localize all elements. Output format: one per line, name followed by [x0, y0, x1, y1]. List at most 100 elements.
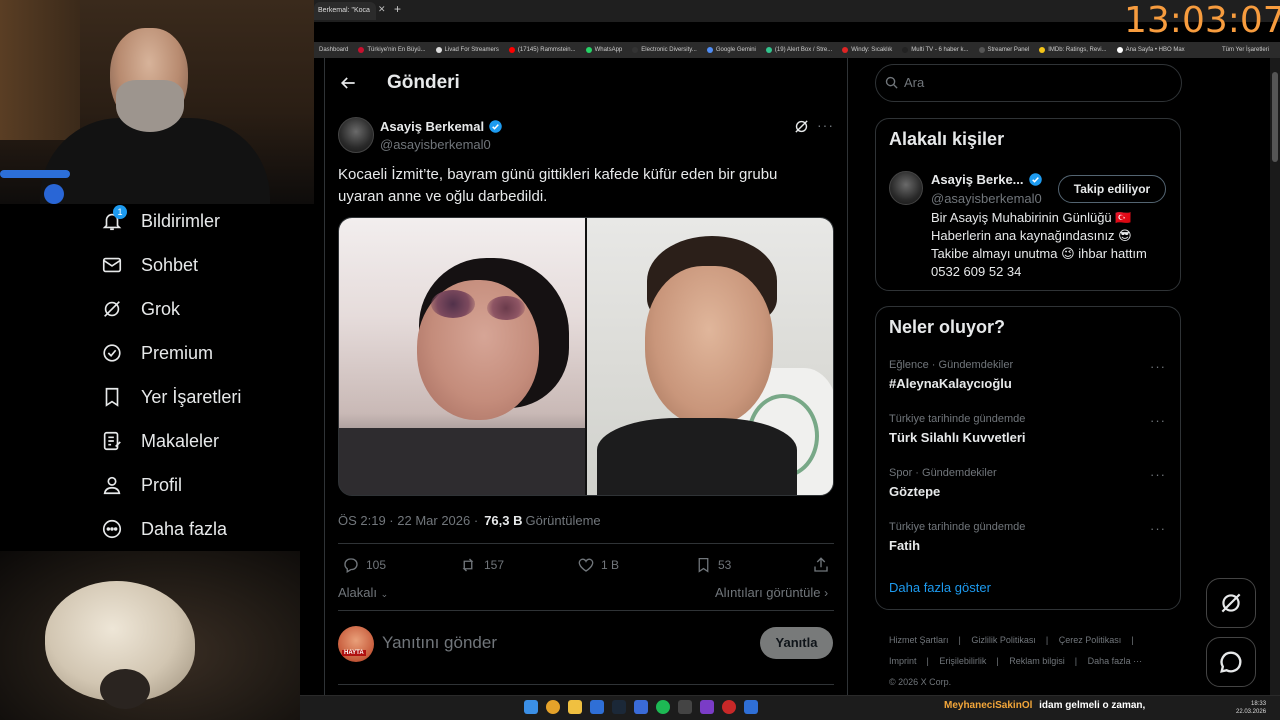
footer-link[interactable]: Erişilebilirlik	[939, 656, 986, 666]
bookmark-folder-all[interactable]: Tüm Yer İşaretleri	[1217, 47, 1274, 53]
bookmark-item[interactable]: IMDb: Ratings, Revi...	[1034, 47, 1111, 53]
author-avatar[interactable]	[338, 117, 374, 153]
ticker-message: idam gelmeli o zaman,	[1039, 700, 1146, 711]
streamer-webcam	[0, 0, 314, 204]
footer-link[interactable]: Reklam bilgisi	[1009, 656, 1065, 666]
chevron-down-icon: ⌄	[380, 589, 389, 599]
system-clock[interactable]: 18:33 22.03.2026	[1236, 700, 1266, 716]
heart-icon	[578, 558, 594, 572]
nav-item-bookmarks[interactable]: Yer İşaretleri	[100, 384, 241, 410]
tab-close-icon[interactable]: ✕	[378, 4, 386, 15]
trend-more-icon[interactable]: ···	[1150, 467, 1166, 482]
footer-link[interactable]: Hizmet Şartları	[889, 635, 949, 645]
nav-label: Sohbet	[141, 254, 199, 275]
bookmark-item[interactable]: Electronic Diversity...	[627, 47, 702, 53]
related-person-avatar[interactable]	[889, 171, 923, 205]
share-icon	[814, 557, 828, 572]
nav-item-articles[interactable]: Makaleler	[100, 428, 219, 454]
like-button[interactable]: 1 B	[577, 556, 619, 574]
windows-start-icon[interactable]	[524, 700, 538, 714]
trend-item[interactable]: Spor · Gündemdekiler Göztepe	[889, 467, 1169, 499]
bookmark-item[interactable]: Windy: Sıcaklık	[837, 47, 897, 53]
chat-ticker: MeyhaneciSakinOl idam gelmeli o zaman,	[944, 700, 1145, 711]
nav-item-chat[interactable]: Sohbet	[100, 252, 198, 278]
more-circle-icon	[100, 517, 124, 541]
back-arrow-icon[interactable]	[338, 72, 358, 94]
reply-icon	[344, 558, 358, 573]
spotify-icon[interactable]	[656, 700, 670, 714]
bookmark-item[interactable]: WhatsApp	[581, 47, 628, 53]
post-meta: ÖS 2:19 · 22 Mar 2026 · 76,3 B Görüntüle…	[338, 513, 601, 528]
steam-icon[interactable]	[612, 700, 626, 714]
app-icon[interactable]	[678, 700, 692, 714]
nav-label: Makaleler	[141, 430, 220, 451]
bookmark-item[interactable]: Ana Sayfa • HBO Max	[1112, 47, 1190, 53]
folder-icon[interactable]	[568, 700, 582, 714]
user-avatar[interactable]: HAYTA	[338, 626, 374, 662]
trend-item[interactable]: Eğlence · Gündemdekiler #AleynaKalaycıoğ…	[889, 359, 1169, 391]
related-person-name[interactable]: Asayiş Berke...	[931, 172, 1043, 187]
app-icon[interactable]	[634, 700, 648, 714]
divider	[338, 610, 834, 611]
sort-replies-dropdown[interactable]: Alakalı ⌄	[338, 585, 388, 600]
nav-item-premium[interactable]: Premium	[100, 340, 213, 366]
share-button[interactable]	[812, 556, 830, 574]
footer-link[interactable]: Gizlilik Politikası	[971, 635, 1036, 645]
trend-more-icon[interactable]: ···	[1150, 413, 1166, 428]
app-icon[interactable]	[590, 700, 604, 714]
trend-item[interactable]: Türkiye tarihinde gündemde Fatih	[889, 521, 1169, 553]
repost-button[interactable]: 157	[458, 556, 504, 574]
bookmark-item[interactable]: Google Gemini	[702, 47, 761, 53]
browser-icon[interactable]	[546, 700, 560, 714]
reply-button[interactable]: 105	[342, 556, 386, 574]
tab-title: Berkemal: "Koca	[318, 7, 370, 14]
chat-fab-button[interactable]	[1206, 637, 1256, 687]
related-person-handle[interactable]: @asayisberkemal0	[931, 191, 1042, 206]
trend-category: Eğlence · Gündemdekiler	[889, 359, 1014, 371]
bookmark-item[interactable]: (19) Alert Box / Stre...	[761, 47, 837, 53]
search-input[interactable]: Ara	[904, 75, 924, 90]
app-icon[interactable]	[744, 700, 758, 714]
trend-more-icon[interactable]: ···	[1150, 359, 1166, 374]
nav-item-profile[interactable]: Profil	[100, 472, 182, 498]
author-handle[interactable]: @asayisberkemal0	[380, 137, 491, 152]
grok-icon[interactable]	[793, 118, 811, 136]
bookmark-item[interactable]: Livad For Streamers	[431, 47, 504, 53]
bookmark-item[interactable]: Türkiye'nin En Büyü...	[353, 47, 430, 53]
bookmark-item[interactable]: (17145) Rammstein...	[504, 47, 581, 53]
bookmark-item[interactable]: Dashboard	[314, 47, 353, 53]
bookmark-item[interactable]: Multi TV - 6 haber k...	[897, 47, 973, 53]
nav-item-notifications[interactable]: 1 Bildirimler	[100, 205, 220, 234]
post-timestamp[interactable]: ÖS 2:19 · 22 Mar 2026 ·	[338, 513, 478, 528]
footer-link[interactable]: Imprint	[889, 656, 917, 666]
trend-more-icon[interactable]: ···	[1150, 521, 1166, 536]
tray-time: 18:33	[1251, 701, 1267, 707]
more-options-icon[interactable]: ···	[817, 118, 835, 136]
bio-line: Takibe almayı unutma 😉 ihbar hattım	[931, 246, 1147, 261]
bookmark-button[interactable]: 53	[695, 556, 731, 574]
new-tab-icon[interactable]: +	[394, 2, 401, 16]
grok-fab-button[interactable]	[1206, 578, 1256, 628]
post-media[interactable]	[338, 217, 834, 496]
footer-link[interactable]: Çerez Politikası	[1059, 635, 1122, 645]
nav-item-grok[interactable]: Grok	[100, 296, 180, 322]
trend-name: Göztepe	[889, 484, 941, 499]
media-photo-right[interactable]	[587, 218, 833, 495]
author-name[interactable]: Asayiş Berkemal	[380, 119, 503, 134]
browser-tab[interactable]: Berkemal: "Koca	[314, 2, 376, 20]
reply-submit-button[interactable]: Yanıtla	[760, 627, 833, 659]
bookmark-item[interactable]: Streamer Panel	[974, 47, 1035, 53]
media-photo-left[interactable]	[339, 218, 585, 495]
app-icon[interactable]	[722, 700, 736, 714]
reply-input[interactable]: Yanıtını gönder	[382, 633, 497, 653]
scrollbar-thumb[interactable]	[1272, 72, 1278, 162]
tray-date: 22.03.2026	[1236, 709, 1267, 715]
app-icon[interactable]	[700, 700, 714, 714]
show-more-link[interactable]: Daha fazla göster	[889, 580, 991, 595]
footer-link[interactable]: Daha fazla ···	[1088, 656, 1143, 666]
nav-item-more[interactable]: Daha fazla	[100, 516, 227, 542]
trend-item[interactable]: Türkiye tarihinde gündemde Türk Silahlı …	[889, 413, 1169, 445]
following-button[interactable]: Takip ediliyor	[1058, 175, 1166, 203]
avatar-label: HAYTA	[342, 650, 366, 656]
view-quotes-link[interactable]: Alıntıları görüntüle ›	[715, 585, 828, 600]
